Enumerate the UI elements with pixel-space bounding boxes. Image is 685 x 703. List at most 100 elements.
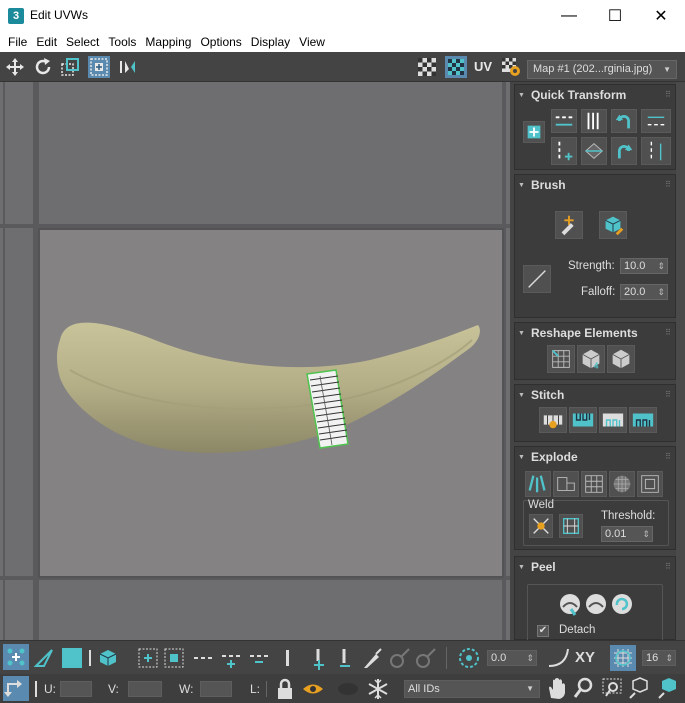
edge-mode-icon[interactable] [32,646,56,670]
grid-snap-icon[interactable] [610,645,636,671]
menu-mapping[interactable]: Mapping [141,35,195,49]
checker-pattern-icon[interactable] [416,56,438,78]
align-horizontal-icon[interactable] [551,109,577,133]
scale-icon[interactable] [59,56,81,78]
loop-select-icon[interactable] [192,646,216,670]
menu-tools[interactable]: Tools [104,35,140,49]
paint-grow-icon[interactable] [388,646,412,670]
align-vertical-icon[interactable] [581,109,607,133]
map-dropdown[interactable]: Map #1 (202...rginia.jpg) ▼ [527,60,677,79]
stitch-custom-icon[interactable] [539,407,567,433]
quick-transform-title[interactable]: Quick Transform [518,88,626,102]
straighten-selection-icon[interactable] [547,345,575,373]
space-vertical-icon[interactable] [641,137,671,165]
ring-shrink-icon[interactable] [334,646,358,670]
menu-edit[interactable]: Edit [32,35,61,49]
menu-view[interactable]: View [295,35,329,49]
flatten-by-material-icon[interactable] [637,471,663,497]
peel-mode-icon[interactable] [583,591,609,617]
freeze-icon[interactable] [366,677,390,701]
flatten-by-smoothing-icon[interactable] [609,471,635,497]
align-bottom-icon[interactable] [551,137,577,165]
rotate-ccw-icon[interactable] [611,109,637,133]
stitch-average-icon[interactable] [599,407,627,433]
minimize-button[interactable]: — [546,0,592,31]
falloff-curve-icon[interactable] [523,265,551,293]
weld-selected-icon[interactable] [559,514,583,538]
straighten-icon[interactable] [581,137,607,165]
zoom-region-icon[interactable] [600,676,624,701]
menu-file[interactable]: File [4,35,31,49]
menu-options[interactable]: Options [196,35,245,49]
flatten-by-polygon-icon[interactable] [581,471,607,497]
texture-settings-icon[interactable] [500,56,522,78]
grow-selection-icon[interactable] [136,646,160,670]
hide-unselected-icon[interactable] [336,679,360,699]
material-id-dropdown[interactable]: All IDs ▼ [404,680,540,698]
stitch-to-source-icon[interactable] [629,407,657,433]
polygon-mode-icon[interactable] [62,648,82,668]
peel-title[interactable]: Peel [518,560,556,574]
reshape-rollout: Reshape Elements ⠿ 4 [514,322,676,380]
detach-edge-icon[interactable] [553,471,579,497]
break-icon[interactable] [525,471,551,497]
stitch-title[interactable]: Stitch [518,388,564,402]
detach-checkbox[interactable]: ✔ [537,625,549,637]
soft-selection-icon[interactable] [457,646,481,670]
w-field[interactable] [200,681,232,697]
zoom-icon[interactable] [572,676,596,701]
u-field[interactable] [60,681,92,697]
ring-grow-icon[interactable] [308,646,332,670]
arc-curve-icon[interactable] [546,646,572,670]
close-button[interactable]: ✕ [638,0,684,31]
rotate-icon[interactable] [32,56,54,78]
rectangularize-icon[interactable] [607,345,635,373]
vertex-mode-icon[interactable] [3,644,29,670]
relax-brush-icon[interactable] [599,211,627,239]
brush-paint-icon[interactable] [555,211,583,239]
element-mode-icon[interactable] [96,646,120,670]
zoom-selected-icon[interactable] [656,676,682,701]
loop-grow-icon[interactable] [220,646,244,670]
hide-icon[interactable] [300,677,326,701]
angle-spinner[interactable]: 0.0 ⇕ [487,650,537,666]
paint-select-icon[interactable] [360,646,384,670]
menu-display[interactable]: Display [247,35,294,49]
rotate-cw-icon[interactable] [611,137,637,165]
stitch-to-target-icon[interactable] [569,407,597,433]
threshold-label: Threshold: [601,510,656,522]
reshape-title[interactable]: Reshape Elements [518,326,638,340]
separator [266,681,267,697]
uv-label[interactable]: UV [474,59,492,74]
strength-spinner[interactable]: 10.0 [620,258,668,274]
relax-icon[interactable]: 4 [577,345,605,373]
move-icon[interactable] [4,56,26,78]
brush-title[interactable]: Brush [518,178,566,192]
quick-peel-icon[interactable] [557,591,583,617]
freeform-icon[interactable] [88,56,110,78]
reset-peel-icon[interactable] [609,591,635,617]
show-map-icon[interactable] [445,56,467,78]
absolute-offset-icon[interactable] [3,676,29,701]
zoom-extents-icon[interactable] [627,676,653,701]
explode-title[interactable]: Explode [518,450,578,464]
pan-hand-icon[interactable] [545,676,569,701]
align-icon[interactable] [523,121,545,143]
grid-size-spinner[interactable]: 16 ⇕ [642,650,676,666]
xy-toggle[interactable]: XY [575,649,595,666]
ring-select-icon[interactable] [286,650,289,666]
falloff-spinner[interactable]: 20.0 [620,284,668,300]
mirror-icon[interactable] [116,56,138,78]
lock-icon[interactable] [274,677,296,701]
v-field[interactable] [128,681,162,697]
loop-shrink-icon[interactable] [248,646,272,670]
space-horizontal-icon[interactable] [641,109,671,133]
threshold-spinner[interactable]: 0.01 [601,526,653,542]
paint-shrink-icon[interactable] [414,646,438,670]
grip-icon: ⠿ [665,90,671,99]
menu-select[interactable]: Select [62,35,103,49]
shrink-selection-icon[interactable] [162,646,186,670]
panel-scrollbar[interactable] [676,82,685,640]
weld-target-icon[interactable] [529,514,553,538]
maximize-button[interactable]: ☐ [592,0,638,31]
